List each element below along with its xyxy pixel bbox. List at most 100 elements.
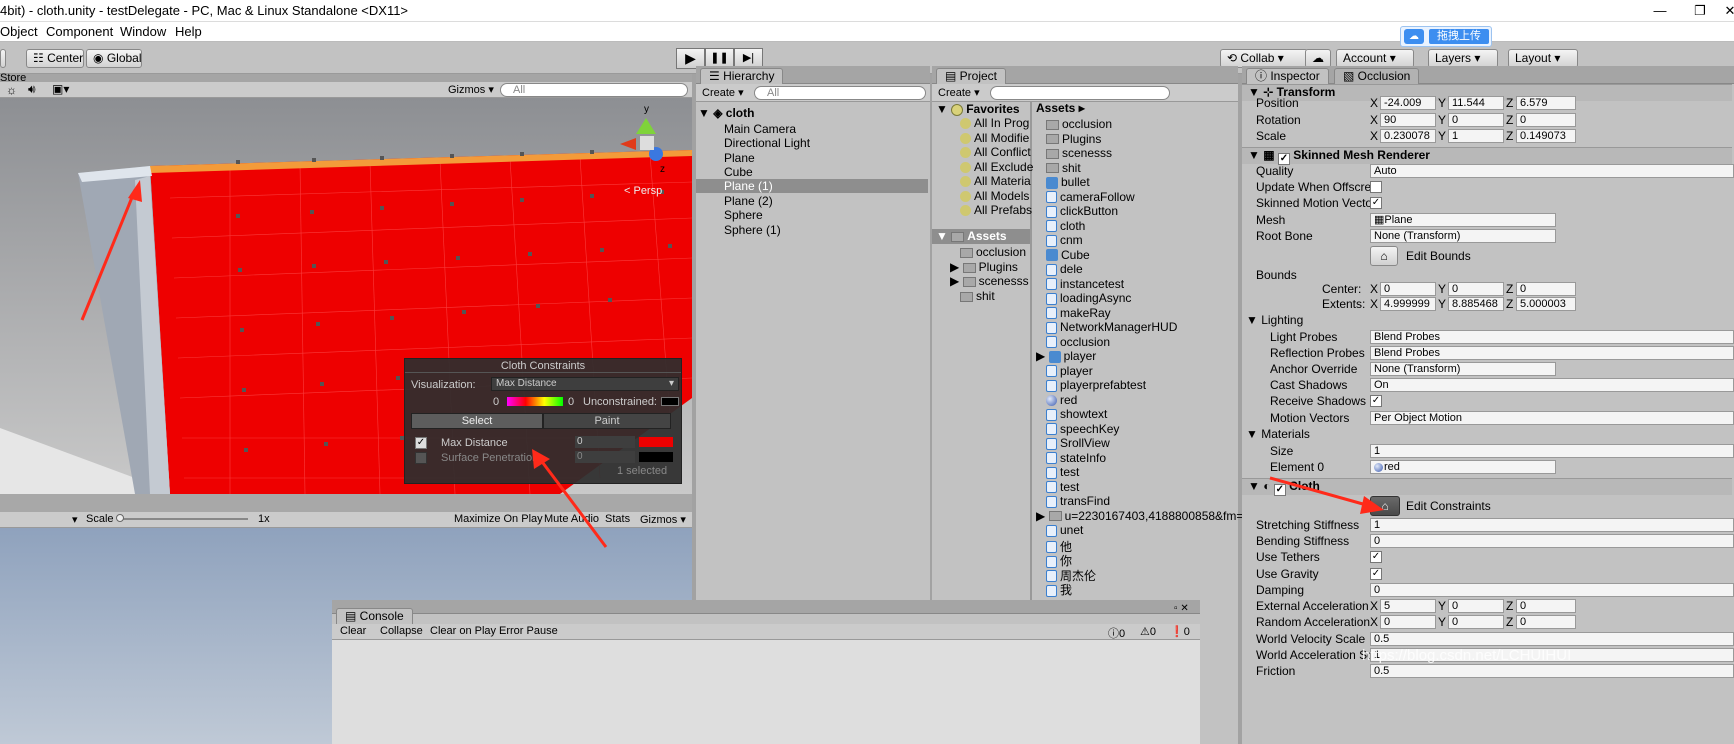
scene-search[interactable]: All: [500, 83, 688, 97]
scale-slider[interactable]: [118, 518, 248, 520]
inspector-tab[interactable]: ⓘ Inspector: [1246, 68, 1329, 84]
rotation-y-field[interactable]: 0: [1448, 113, 1504, 127]
asset-item[interactable]: NetworkManagerHUD: [1046, 320, 1177, 334]
asset-folder[interactable]: shit: [960, 289, 995, 303]
use-gravity-checkbox[interactable]: ✓: [1370, 568, 1382, 580]
favorite-item[interactable]: All Exclude: [960, 160, 1033, 174]
asset-item[interactable]: occlusion: [1046, 335, 1110, 349]
asset-item[interactable]: test: [1046, 480, 1079, 494]
menu-window[interactable]: Window: [120, 24, 166, 39]
occlusion-tab[interactable]: ▧ Occlusion: [1334, 68, 1420, 84]
expand-arrow-icon[interactable]: ▶: [1036, 509, 1049, 523]
random-accel-z-field[interactable]: 0: [1516, 615, 1576, 629]
center-y-field[interactable]: 0: [1448, 282, 1504, 296]
pivot-center-button[interactable]: ☷ Center: [26, 49, 84, 68]
bending-stiffness-field[interactable]: 0: [1370, 534, 1734, 548]
hierarchy-item[interactable]: Cube: [724, 165, 753, 179]
world-velocity-field[interactable]: 0.5: [1370, 632, 1734, 646]
console-clear-button[interactable]: Clear: [340, 625, 366, 637]
skinned-motion-checkbox[interactable]: ✓: [1370, 197, 1382, 209]
project-search[interactable]: [990, 86, 1170, 100]
error-count[interactable]: ❗0: [1170, 625, 1190, 638]
upload-badge[interactable]: ☁ 拖拽上传: [1400, 26, 1492, 47]
hierarchy-item[interactable]: Main Camera: [724, 122, 796, 136]
asset-item[interactable]: occlusion: [1046, 117, 1112, 131]
asset-item[interactable]: SrollView: [1046, 436, 1110, 450]
hierarchy-item[interactable]: Directional Light: [724, 136, 810, 150]
favorite-item[interactable]: All Prefabs: [960, 203, 1032, 217]
center-x-field[interactable]: 0: [1380, 282, 1436, 296]
asset-item[interactable]: 我: [1046, 581, 1072, 598]
project-create-dropdown[interactable]: Create ▾: [938, 86, 980, 99]
random-accel-y-field[interactable]: 0: [1448, 615, 1504, 629]
damping-field[interactable]: 0: [1370, 583, 1734, 597]
paint-tab[interactable]: Paint: [543, 413, 671, 429]
pivot-global-button[interactable]: ◉ Global: [86, 49, 142, 68]
asset-item[interactable]: shit: [1046, 161, 1081, 175]
root-bone-field[interactable]: None (Transform): [1370, 229, 1556, 243]
position-z-field[interactable]: 6.579: [1516, 96, 1576, 110]
asset-folder[interactable]: occlusion: [960, 245, 1026, 259]
asset-item[interactable]: speechKey: [1046, 422, 1119, 436]
scale-y-field[interactable]: 1: [1448, 129, 1504, 143]
random-accel-x-field[interactable]: 0: [1380, 615, 1436, 629]
asset-item[interactable]: cnm: [1046, 233, 1083, 247]
mesh-field[interactable]: ▦Plane: [1370, 213, 1556, 227]
edit-bounds-button[interactable]: ⌂: [1370, 246, 1398, 266]
lighting-foldout[interactable]: ▼ Lighting: [1246, 313, 1303, 327]
hierarchy-item[interactable]: Sphere: [724, 208, 763, 222]
audio-icon[interactable]: 🔊︎: [28, 82, 36, 97]
favorite-item[interactable]: All Materia: [960, 174, 1031, 188]
use-tethers-checkbox[interactable]: ✓: [1370, 551, 1382, 563]
external-accel-z-field[interactable]: 0: [1516, 599, 1576, 613]
favorite-item[interactable]: All Modifie: [960, 131, 1029, 145]
asset-item[interactable]: cameraFollow: [1046, 190, 1135, 204]
scale-x-field[interactable]: 0.230078: [1380, 129, 1436, 143]
receive-shadows-checkbox[interactable]: ✓: [1370, 395, 1382, 407]
extents-x-field[interactable]: 4.999999: [1380, 297, 1436, 311]
hierarchy-item-selected[interactable]: Plane (1): [696, 179, 928, 193]
hierarchy-item[interactable]: Plane: [724, 151, 755, 165]
materials-foldout[interactable]: ▼ Materials: [1246, 427, 1310, 441]
rotation-x-field[interactable]: 90: [1380, 113, 1436, 127]
clear-on-play-button[interactable]: Clear on Play: [430, 625, 496, 637]
favorite-item[interactable]: All In Prog: [960, 116, 1029, 130]
motion-vectors-dropdown[interactable]: Per Object Motion: [1370, 411, 1734, 425]
menu-component[interactable]: Component: [46, 24, 113, 39]
minimize-button[interactable]: —: [1640, 0, 1680, 22]
rotation-z-field[interactable]: 0: [1516, 113, 1576, 127]
cast-shadows-dropdown[interactable]: On: [1370, 378, 1734, 392]
update-offscreen-checkbox[interactable]: [1370, 181, 1382, 193]
image-icon[interactable]: ▣▾: [52, 82, 69, 96]
asset-item[interactable]: showtext: [1046, 407, 1107, 421]
asset-item[interactable]: playerprefabtest: [1046, 378, 1146, 392]
asset-item[interactable]: bullet: [1046, 175, 1090, 189]
material-element-field[interactable]: red: [1370, 460, 1556, 474]
quality-dropdown[interactable]: Auto: [1370, 164, 1734, 178]
center-z-field[interactable]: 0: [1516, 282, 1576, 296]
tool-button[interactable]: [0, 49, 6, 68]
gizmos-dropdown[interactable]: Gizmos ▾: [448, 83, 494, 96]
console-log[interactable]: [332, 640, 1200, 744]
close-icon[interactable]: ▫ ✕: [1174, 603, 1189, 614]
sun-icon[interactable]: ☼: [6, 83, 17, 97]
asset-item[interactable]: dele: [1046, 262, 1083, 276]
light-probes-dropdown[interactable]: Blend Probes: [1370, 330, 1734, 344]
scene-root[interactable]: ▼ ◈ cloth: [698, 106, 754, 120]
surface-penetration-checkbox[interactable]: [415, 452, 427, 464]
reflection-probes-dropdown[interactable]: Blend Probes: [1370, 346, 1734, 360]
select-tab[interactable]: Select: [411, 413, 543, 429]
visualization-dropdown[interactable]: Max Distance ▾: [491, 377, 679, 391]
scale-z-field[interactable]: 0.149073: [1516, 129, 1576, 143]
asset-item[interactable]: transFind: [1046, 494, 1110, 508]
warning-count[interactable]: ⚠0: [1140, 625, 1156, 638]
materials-size-field[interactable]: 1: [1370, 444, 1734, 458]
menu-object[interactable]: Object: [0, 24, 38, 39]
external-accel-y-field[interactable]: 0: [1448, 599, 1504, 613]
expand-arrow-icon[interactable]: ▶: [1036, 349, 1049, 363]
extents-y-field[interactable]: 8.885468: [1448, 297, 1504, 311]
assets-breadcrumb[interactable]: Assets ▸: [1036, 101, 1085, 115]
asset-item[interactable]: scenesss: [1046, 146, 1112, 160]
position-y-field[interactable]: 11.544: [1448, 96, 1504, 110]
asset-item[interactable]: unet: [1046, 523, 1083, 537]
